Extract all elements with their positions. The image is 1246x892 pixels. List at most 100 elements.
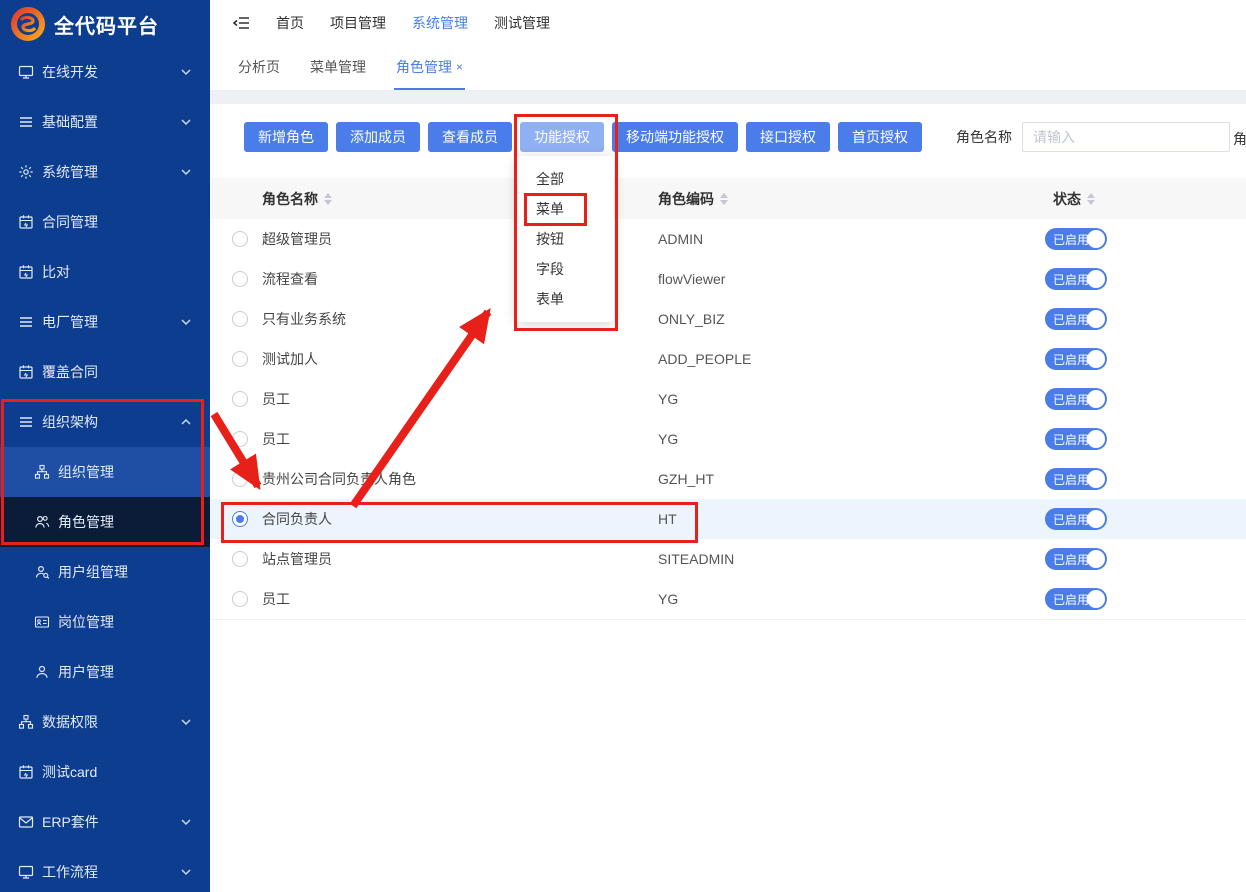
toggle-knob <box>1087 270 1105 288</box>
sidebar-item-label: 组织管理 <box>58 462 210 482</box>
status-toggle[interactable]: 已启用 <box>1045 468 1107 490</box>
table-row[interactable]: 站点管理员SITEADMIN已启用 <box>210 539 1246 580</box>
sidebar-item-17[interactable]: 工作流程 <box>0 847 210 892</box>
role-name-cell: 贵州公司合同负责人角色 <box>262 459 416 499</box>
status-toggle[interactable]: 已启用 <box>1045 508 1107 530</box>
toolbar-button-3[interactable]: 查看成员 <box>428 122 512 152</box>
column-header-2[interactable]: 角色编码 <box>658 178 728 219</box>
sidebar-item-label: 岗位管理 <box>58 612 210 632</box>
tab-2[interactable]: 菜单管理 <box>308 45 368 90</box>
app-window: 全代码平台 在线开发基础配置系统管理合同管理比对电厂管理覆盖合同组织架构组织管理… <box>0 0 1246 892</box>
role-name-cell: 员工 <box>262 579 290 619</box>
column-header-1[interactable]: 角色名称 <box>262 178 332 219</box>
sidebar-item-label: 在线开发 <box>42 62 180 82</box>
table-row[interactable]: 员工YG已启用 <box>210 419 1246 460</box>
nav-item-4[interactable]: 测试管理 <box>494 13 550 33</box>
sidebar-item-label: ERP套件 <box>42 812 180 832</box>
dropdown-item-4[interactable]: 字段 <box>516 254 614 284</box>
radio-button[interactable] <box>232 271 248 287</box>
radio-button[interactable] <box>232 431 248 447</box>
menu-fold-icon[interactable] <box>232 15 250 31</box>
list-icon <box>18 114 34 130</box>
table-row[interactable]: 合同负责人HT已启用 <box>210 499 1246 540</box>
table-row[interactable]: 员工YG已启用 <box>210 379 1246 420</box>
status-toggle[interactable]: 已启用 <box>1045 428 1107 450</box>
calendar-icon <box>18 264 34 280</box>
tab-1[interactable]: 分析页 <box>236 45 282 90</box>
sort-icon[interactable] <box>720 193 728 205</box>
tab-3[interactable]: 角色管理 × <box>394 45 465 90</box>
sidebar-item-1[interactable]: 在线开发 <box>0 47 210 97</box>
table-row[interactable]: 超级管理员ADMIN已启用 <box>210 219 1246 260</box>
dropdown-item-3[interactable]: 按钮 <box>516 224 614 254</box>
sidebar-item-15[interactable]: 测试card <box>0 747 210 797</box>
toggle-knob <box>1087 310 1105 328</box>
sidebar-item-6[interactable]: 电厂管理 <box>0 297 210 347</box>
user-icon <box>34 664 50 680</box>
status-toggle[interactable]: 已启用 <box>1045 228 1107 250</box>
sort-icon[interactable] <box>1087 193 1095 205</box>
toolbar-button-1[interactable]: 新增角色 <box>244 122 328 152</box>
role-code-cell: GZH_HT <box>658 459 714 499</box>
tab-label: 角色管理 <box>396 57 452 77</box>
sidebar-item-13[interactable]: 用户管理 <box>0 647 210 697</box>
status-toggle[interactable]: 已启用 <box>1045 308 1107 330</box>
status-toggle[interactable]: 已启用 <box>1045 548 1107 570</box>
sidebar-item-2[interactable]: 基础配置 <box>0 97 210 147</box>
sidebar-item-3[interactable]: 系统管理 <box>0 147 210 197</box>
chevron-down-icon <box>180 716 192 728</box>
chevron-up-icon <box>180 416 192 428</box>
status-toggle[interactable]: 已启用 <box>1045 388 1107 410</box>
radio-button[interactable] <box>232 391 248 407</box>
toolbar-button-4[interactable]: 功能授权 <box>520 122 604 152</box>
role-code-cell: HT <box>658 499 677 539</box>
radio-button[interactable] <box>232 231 248 247</box>
sidebar: 全代码平台 在线开发基础配置系统管理合同管理比对电厂管理覆盖合同组织架构组织管理… <box>0 0 210 892</box>
role-name-input[interactable] <box>1022 122 1230 152</box>
column-header-3[interactable]: 状态 <box>1053 178 1095 219</box>
sidebar-item-11[interactable]: 用户组管理 <box>0 547 210 597</box>
sidebar-item-9[interactable]: 组织管理 <box>0 447 210 497</box>
nav-item-2[interactable]: 项目管理 <box>330 13 386 33</box>
radio-button[interactable] <box>232 351 248 367</box>
sidebar-item-12[interactable]: 岗位管理 <box>0 597 210 647</box>
status-toggle[interactable]: 已启用 <box>1045 348 1107 370</box>
status-toggle[interactable]: 已启用 <box>1045 588 1107 610</box>
sidebar-item-10[interactable]: 角色管理 <box>0 497 210 547</box>
dropdown-item-2[interactable]: 菜单 <box>516 194 614 224</box>
nav-item-3[interactable]: 系统管理 <box>412 13 468 33</box>
sidebar-item-4[interactable]: 合同管理 <box>0 197 210 247</box>
table-row[interactable]: 测试加人ADD_PEOPLE已启用 <box>210 339 1246 380</box>
sidebar-item-14[interactable]: 数据权限 <box>0 697 210 747</box>
status-badge: 已启用 <box>1053 471 1089 488</box>
radio-button[interactable] <box>232 311 248 327</box>
radio-button[interactable] <box>232 471 248 487</box>
status-toggle[interactable]: 已启用 <box>1045 268 1107 290</box>
dropdown-item-5[interactable]: 表单 <box>516 284 614 314</box>
sidebar-item-16[interactable]: ERP套件 <box>0 797 210 847</box>
radio-button[interactable] <box>232 551 248 567</box>
sidebar-item-8[interactable]: 组织架构 <box>0 397 210 447</box>
sidebar-item-label: 系统管理 <box>42 162 180 182</box>
sidebar-item-5[interactable]: 比对 <box>0 247 210 297</box>
list-icon <box>18 314 34 330</box>
radio-button[interactable] <box>232 511 248 527</box>
table-row[interactable]: 只有业务系统ONLY_BIZ已启用 <box>210 299 1246 340</box>
sidebar-item-7[interactable]: 覆盖合同 <box>0 347 210 397</box>
table-row[interactable]: 贵州公司合同负责人角色 GZH_HT 已启用 <box>210 459 1246 500</box>
toggle-knob <box>1087 550 1105 568</box>
toolbar-button-6[interactable]: 接口授权 <box>746 122 830 152</box>
radio-button[interactable] <box>232 591 248 607</box>
nav-item-1[interactable]: 首页 <box>276 13 304 33</box>
table-row[interactable]: 员工YG已启用 <box>210 579 1246 620</box>
tab-label: 菜单管理 <box>310 57 366 77</box>
monitor-icon <box>18 864 34 880</box>
toolbar-button-5[interactable]: 移动端功能授权 <box>612 122 738 152</box>
table-row[interactable]: 流程查看flowViewer已启用 <box>210 259 1246 300</box>
tab-close-icon[interactable]: × <box>456 60 463 74</box>
toolbar-button-2[interactable]: 添加成员 <box>336 122 420 152</box>
sort-icon[interactable] <box>324 193 332 205</box>
org-icon <box>18 714 34 730</box>
dropdown-item-1[interactable]: 全部 <box>516 164 614 194</box>
toolbar-button-7[interactable]: 首页授权 <box>838 122 922 152</box>
